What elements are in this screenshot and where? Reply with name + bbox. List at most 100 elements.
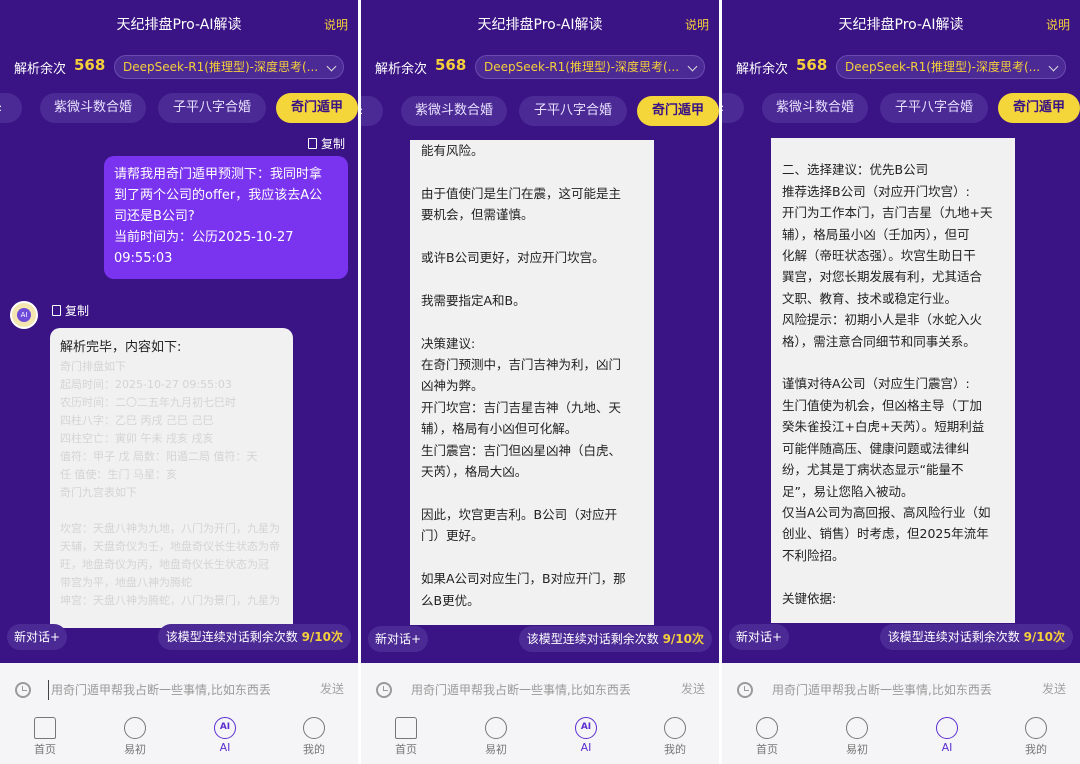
tab-qimen[interactable]: 奇门遁甲 — [276, 93, 358, 123]
usage-label: 解析余次 — [14, 62, 67, 77]
nav-label: 我的 — [303, 743, 325, 756]
tab-bazi-marriage[interactable]: 子平八字合婚 — [158, 93, 266, 123]
tab-partial[interactable]: ≥ — [361, 96, 383, 126]
remaining-label: 该模型连续对话剩余次数 — [887, 630, 1020, 644]
help-link[interactable]: 说明 — [1046, 16, 1070, 33]
ai-message-body: 奇门排盘如下 起局时间：2025-10-27 09:55:03 农历时间：二〇二… — [60, 360, 280, 607]
nav-item-ai[interactable]: AI AI — [195, 712, 255, 764]
usage-count: 568 — [796, 56, 828, 74]
usage-count: 568 — [74, 56, 106, 74]
usage-label: 解析余次 — [736, 62, 789, 77]
copy-button[interactable]: 复制 — [308, 135, 345, 152]
tab-qimen[interactable]: 奇门遁甲 — [637, 96, 719, 126]
ai-message-bubble: 能有风险。 由于值使门是生门在震，这可能是主 要机会，但需谨慎。 或许B公司更好… — [410, 140, 654, 625]
input-row: 用奇门遁甲帮我占断一些事情,比如东西丢 发送 — [361, 672, 719, 706]
model-select-value: DeepSeek-R1(推理型)-深度思考(... — [484, 60, 680, 74]
copy-icon — [52, 305, 61, 316]
app-panel-3: 天纪排盘Pro-AI解读 说明 解析余次 568 DeepSeek-R1(推理型… — [722, 0, 1080, 764]
question-input[interactable]: 用奇门遁甲帮我占断一些事情,比如东西丢 — [770, 680, 1020, 700]
question-input[interactable]: 用奇门遁甲帮我占断一些事情,比如东西丢 — [48, 680, 298, 700]
model-dropdown[interactable]: DeepSeek-R1(推理型)-深度思考(... — [836, 55, 1066, 79]
ai-icon: AI — [214, 717, 236, 739]
tab-partial[interactable]: ≥ — [0, 93, 22, 123]
model-dropdown[interactable]: DeepSeek-R1(推理型)-深度思考(... — [475, 55, 705, 79]
history-icon[interactable] — [737, 682, 753, 698]
chat-controls: 新对话+ 该模型连续对话剩余次数 9/10次 — [0, 624, 358, 650]
model-select-value: DeepSeek-R1(推理型)-深度思考(... — [845, 60, 1041, 74]
remaining-value: 9/10次 — [662, 632, 704, 646]
help-link[interactable]: 说明 — [685, 16, 709, 33]
nav-label: AI — [941, 741, 953, 754]
screenshot-collage: 天纪排盘Pro-AI解读 说明 解析余次 568 DeepSeek-R1(推理型… — [0, 0, 1080, 764]
tab-bazi-marriage[interactable]: 子平八字合婚 — [880, 93, 988, 123]
new-chat-button[interactable]: 新对话+ — [7, 624, 68, 650]
chevron-down-icon — [687, 61, 698, 72]
nav-item-ai[interactable]: AI AI — [556, 712, 616, 764]
nav-item-yichu[interactable]: 易初 — [827, 712, 887, 764]
chat-controls: 新对话+ 该模型连续对话剩余次数 9/10次 — [361, 626, 719, 652]
nav-item-yichu[interactable]: 易初 — [105, 712, 165, 764]
nav-label: 易初 — [124, 743, 146, 756]
remaining-value: 9/10次 — [301, 630, 343, 644]
new-chat-button[interactable]: 新对话+ — [368, 626, 429, 652]
page-title: 天纪排盘Pro-AI解读 — [838, 17, 964, 33]
nav-item-profile[interactable]: 我的 — [1006, 712, 1066, 764]
model-select-value: DeepSeek-R1(推理型)-深度思考(... — [123, 60, 319, 74]
nav-item-home[interactable]: 首页 — [376, 712, 436, 764]
nav-item-yichu[interactable]: 易初 — [466, 712, 526, 764]
bottom-nav: 首页 易初 AI 我的 — [722, 712, 1080, 764]
send-button[interactable]: 发送 — [1042, 680, 1066, 697]
tab-ziwei-marriage[interactable]: 紫微斗数合婚 — [762, 93, 868, 123]
title-bar: 天纪排盘Pro-AI解读 说明 — [0, 0, 358, 48]
send-button[interactable]: 发送 — [681, 680, 705, 697]
usage-row: 解析余次 568 DeepSeek-R1(推理型)-深度思考(... — [736, 55, 1068, 79]
send-button[interactable]: 发送 — [320, 680, 344, 697]
profile-icon — [664, 717, 686, 739]
remaining-value: 9/10次 — [1023, 630, 1065, 644]
user-message-bubble: 请帮我用奇门遁甲预测下：我同时拿 到了两个公司的offer，我应该去A公 司还是… — [104, 156, 348, 279]
nav-label: 我的 — [1025, 743, 1047, 756]
usage-row: 解析余次 568 DeepSeek-R1(推理型)-深度思考(... — [14, 55, 346, 79]
ai-icon — [936, 717, 958, 739]
remaining-label: 该模型连续对话剩余次数 — [526, 632, 659, 646]
nav-item-profile[interactable]: 我的 — [645, 712, 705, 764]
yinyang-icon — [485, 717, 507, 739]
tab-qimen[interactable]: 奇门遁甲 — [998, 93, 1080, 123]
nav-label: 首页 — [34, 743, 56, 756]
tab-ziwei-marriage[interactable]: 紫微斗数合婚 — [40, 93, 146, 123]
tab-partial[interactable]: ≥ — [722, 93, 744, 123]
nav-item-ai[interactable]: AI — [917, 712, 977, 764]
nav-item-home[interactable]: 首页 — [15, 712, 75, 764]
ai-message-bubble: 二、选择建议：优先B公司 推荐选择B公司（对应开门坎宫）: 开门为工作本门，吉门… — [771, 138, 1015, 623]
chevron-down-icon — [1048, 61, 1059, 72]
question-input[interactable]: 用奇门遁甲帮我占断一些事情,比如东西丢 — [409, 680, 659, 700]
tab-bazi-marriage[interactable]: 子平八字合婚 — [519, 96, 627, 126]
help-link[interactable]: 说明 — [324, 16, 348, 33]
page-title: 天纪排盘Pro-AI解读 — [477, 17, 603, 33]
nav-label: 我的 — [664, 743, 686, 756]
copy-button[interactable]: 复制 — [52, 302, 89, 319]
nav-item-profile[interactable]: 我的 — [284, 712, 344, 764]
ai-message-bubble: 解析完毕，内容如下: 奇门排盘如下 起局时间：2025-10-27 09:55:… — [50, 328, 293, 628]
history-icon[interactable] — [376, 682, 392, 698]
mode-tabs: ≥ 紫微斗数合婚 子平八字合婚 奇门遁甲 — [361, 96, 719, 126]
ai-icon: AI — [575, 717, 597, 739]
input-row: 用奇门遁甲帮我占断一些事情,比如东西丢 发送 — [0, 672, 358, 706]
yinyang-icon — [124, 717, 146, 739]
ai-logo-icon: AI — [17, 308, 31, 322]
new-chat-button[interactable]: 新对话+ — [729, 624, 790, 650]
remaining-label: 该模型连续对话剩余次数 — [165, 630, 298, 644]
history-icon[interactable] — [15, 682, 31, 698]
usage-label: 解析余次 — [375, 62, 428, 77]
usage-row: 解析余次 568 DeepSeek-R1(推理型)-深度思考(... — [375, 55, 707, 79]
mode-tabs: ≥ 紫微斗数合婚 子平八字合婚 奇门遁甲 — [0, 93, 358, 123]
home-icon — [34, 717, 56, 739]
tab-ziwei-marriage[interactable]: 紫微斗数合婚 — [401, 96, 507, 126]
model-dropdown[interactable]: DeepSeek-R1(推理型)-深度思考(... — [114, 55, 344, 79]
ai-avatar: AI — [10, 301, 38, 329]
copy-icon — [308, 138, 317, 149]
profile-icon — [1025, 717, 1047, 739]
home-icon — [395, 717, 417, 739]
copy-label: 复制 — [321, 137, 346, 151]
nav-item-home[interactable]: 首页 — [737, 712, 797, 764]
